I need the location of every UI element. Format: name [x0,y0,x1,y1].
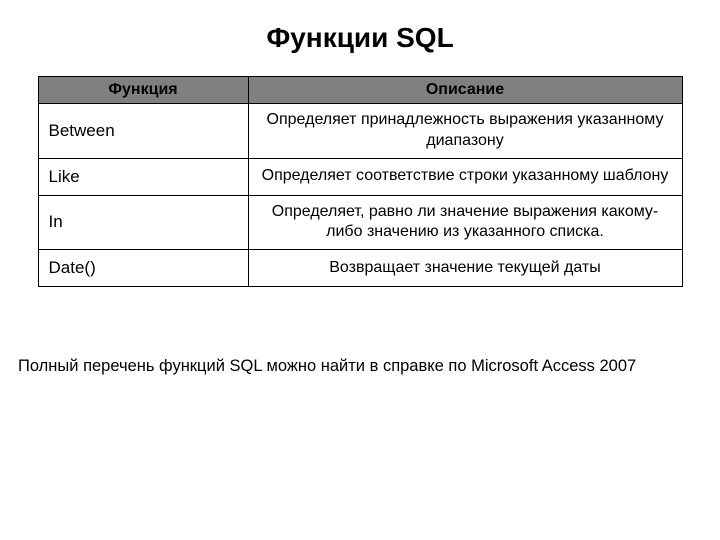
cell-description: Определяет, равно ли значение выражения … [248,195,682,250]
cell-description: Определяет принадлежность выражения указ… [248,104,682,159]
header-description: Описание [248,77,682,104]
page-title: Функции SQL [0,0,720,76]
sql-functions-table: Функция Описание Between Определяет прин… [38,76,683,287]
cell-function: In [38,195,248,250]
table-row: Between Определяет принадлежность выраже… [38,104,682,159]
header-function: Функция [38,77,248,104]
table-row: Like Определяет соответствие строки указ… [38,158,682,195]
table-row: In Определяет, равно ли значение выражен… [38,195,682,250]
cell-function: Between [38,104,248,159]
cell-description: Определяет соответствие строки указанном… [248,158,682,195]
table-row: Date() Возвращает значение текущей даты [38,250,682,287]
cell-function: Date() [38,250,248,287]
cell-description: Возвращает значение текущей даты [248,250,682,287]
footnote: Полный перечень функций SQL можно найти … [0,287,720,376]
cell-function: Like [38,158,248,195]
table-header-row: Функция Описание [38,77,682,104]
